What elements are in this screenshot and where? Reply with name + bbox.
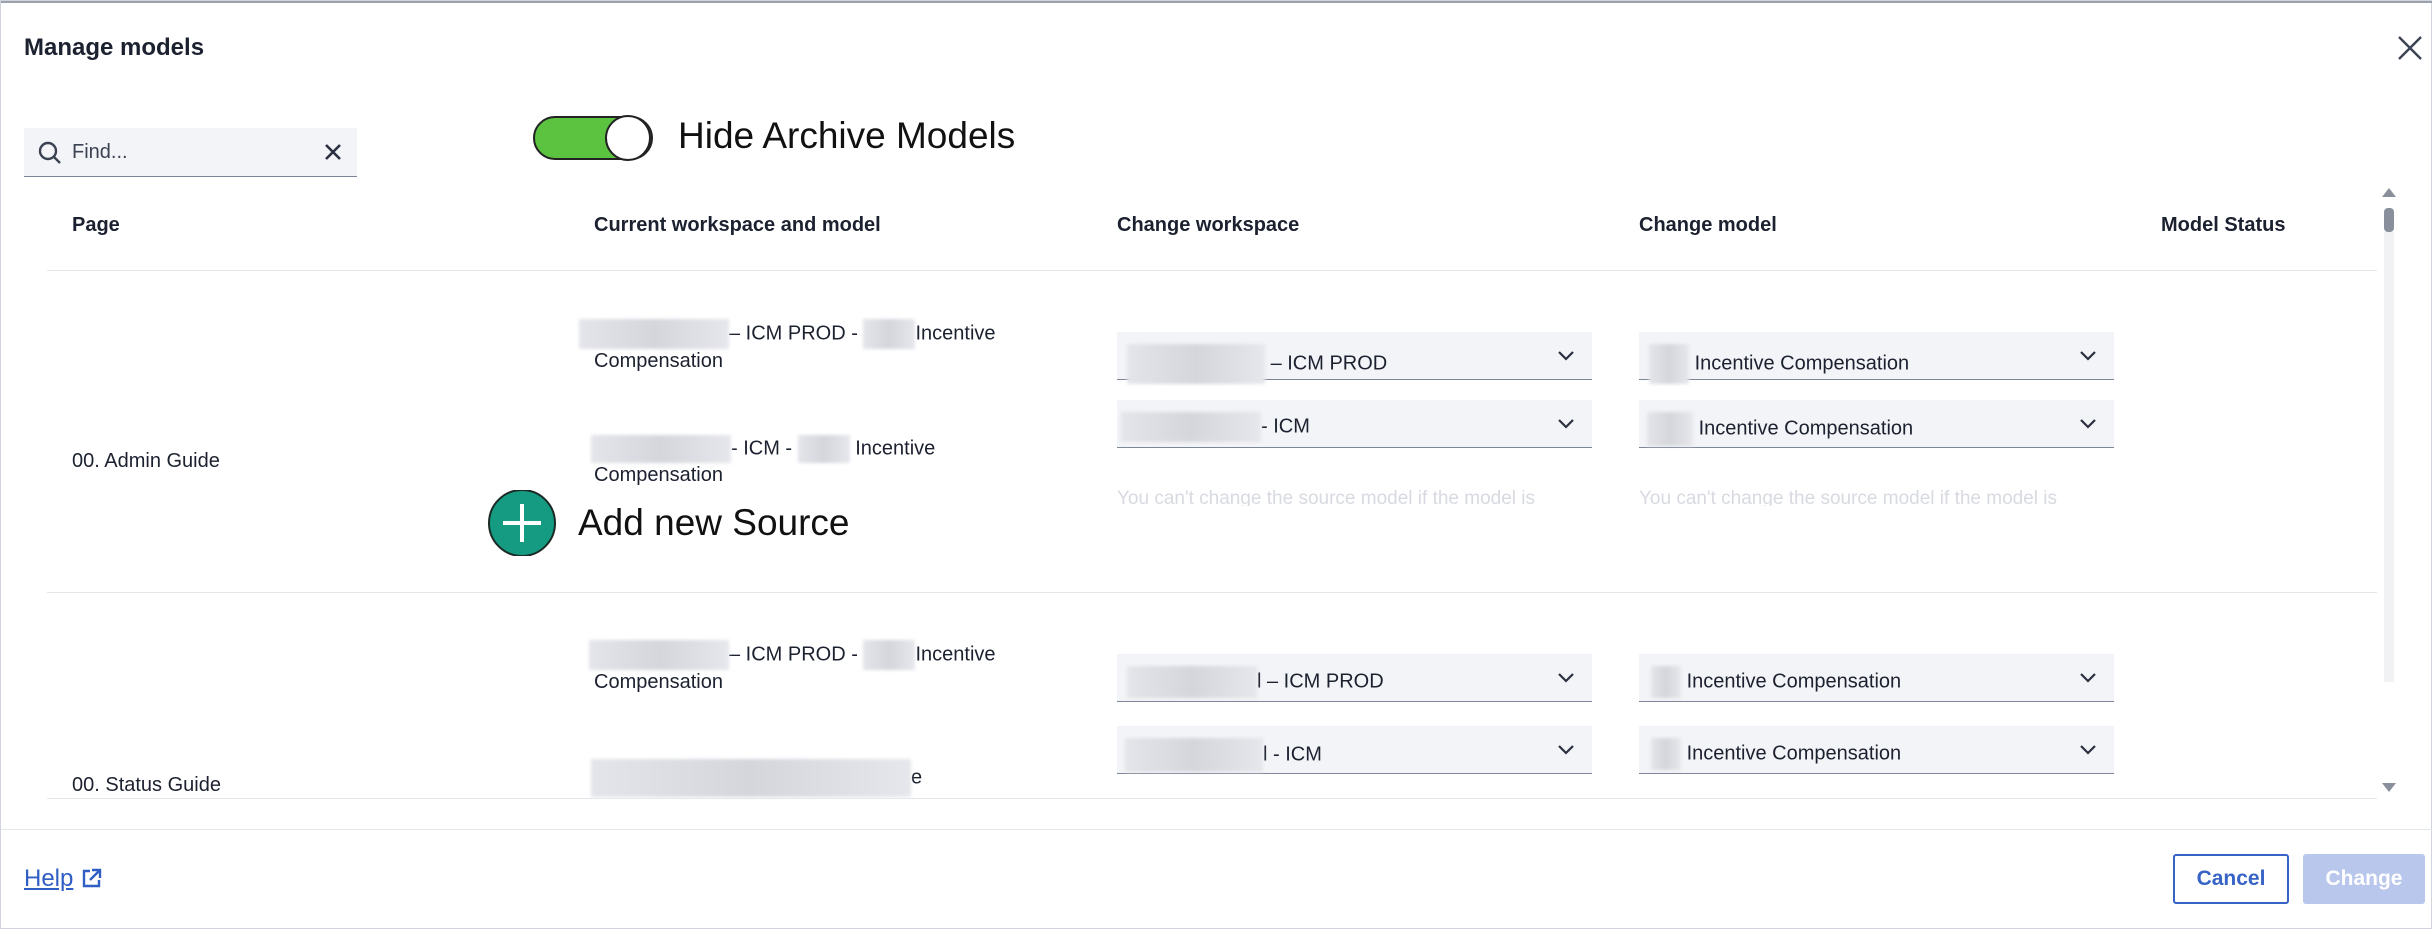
chevron-down-icon	[2080, 745, 2096, 755]
workspace-select[interactable]: - ICM	[1117, 400, 1592, 448]
current-model-entry: – ICM PROD - Incentive Compensation	[589, 640, 996, 695]
column-header-change-workspace: Change workspace	[1117, 214, 1300, 236]
current-model-entry: - ICM - Incentive Compensation	[591, 435, 935, 488]
hide-archive-toggle[interactable]	[532, 114, 658, 164]
hide-archive-label: Hide Archive Models	[678, 115, 1016, 156]
cancel-button[interactable]: Cancel	[2173, 854, 2289, 904]
current-model-entry: e	[591, 759, 922, 797]
search-icon	[38, 141, 62, 165]
clear-search-icon[interactable]	[322, 141, 344, 163]
header-divider	[47, 270, 2377, 271]
add-source-button[interactable]	[487, 489, 559, 557]
help-link[interactable]: Help	[24, 865, 73, 893]
row-page-name: 00. Admin Guide	[72, 450, 220, 472]
chevron-down-icon	[1558, 673, 1574, 683]
workspace-select[interactable]: – ICM PROD	[1117, 332, 1592, 384]
change-button[interactable]: Change	[2303, 854, 2425, 904]
chevron-down-icon	[2080, 351, 2096, 361]
chevron-down-icon	[1558, 351, 1574, 361]
model-select[interactable]: Incentive Compensation	[1639, 400, 2114, 448]
chevron-down-icon	[2080, 673, 2096, 683]
column-header-model-status: Model Status	[2161, 214, 2286, 236]
search-input[interactable]	[72, 136, 312, 168]
row-page-name: 00. Status Guide	[72, 774, 221, 796]
workspace-select[interactable]: l – ICM PROD	[1117, 654, 1592, 702]
chevron-down-icon	[2080, 419, 2096, 429]
table-scrollbar[interactable]	[2377, 184, 2401, 796]
model-note: You can't change the source model if the…	[1639, 488, 2058, 506]
model-select[interactable]: Incentive Compensation	[1639, 654, 2114, 702]
column-header-current: Current workspace and model	[594, 214, 881, 236]
table-bottom-divider	[47, 798, 2377, 799]
manage-models-dialog: Manage models Hide Archive Models Page C…	[0, 0, 2432, 929]
dialog-title: Manage models	[24, 34, 205, 61]
close-icon[interactable]	[2396, 34, 2424, 62]
model-select[interactable]: Incentive Compensation	[1639, 332, 2114, 384]
row-divider	[47, 592, 2377, 593]
column-header-change-model: Change model	[1639, 214, 1777, 236]
workspace-note: You can't change the source model if the…	[1117, 488, 1536, 506]
chevron-down-icon	[1558, 419, 1574, 429]
workspace-select[interactable]: l - ICM	[1117, 726, 1592, 774]
external-link-icon[interactable]	[81, 867, 103, 889]
search-field[interactable]	[24, 128, 357, 177]
column-header-page: Page	[72, 214, 120, 236]
top-border	[1, 1, 2432, 3]
current-model-entry: – ICM PROD - Incentive Compensation	[579, 319, 996, 374]
footer-divider	[1, 829, 2432, 830]
chevron-down-icon	[1558, 745, 1574, 755]
add-source-label: Add new Source	[578, 502, 850, 543]
model-select[interactable]: Incentive Compensation	[1639, 726, 2114, 774]
